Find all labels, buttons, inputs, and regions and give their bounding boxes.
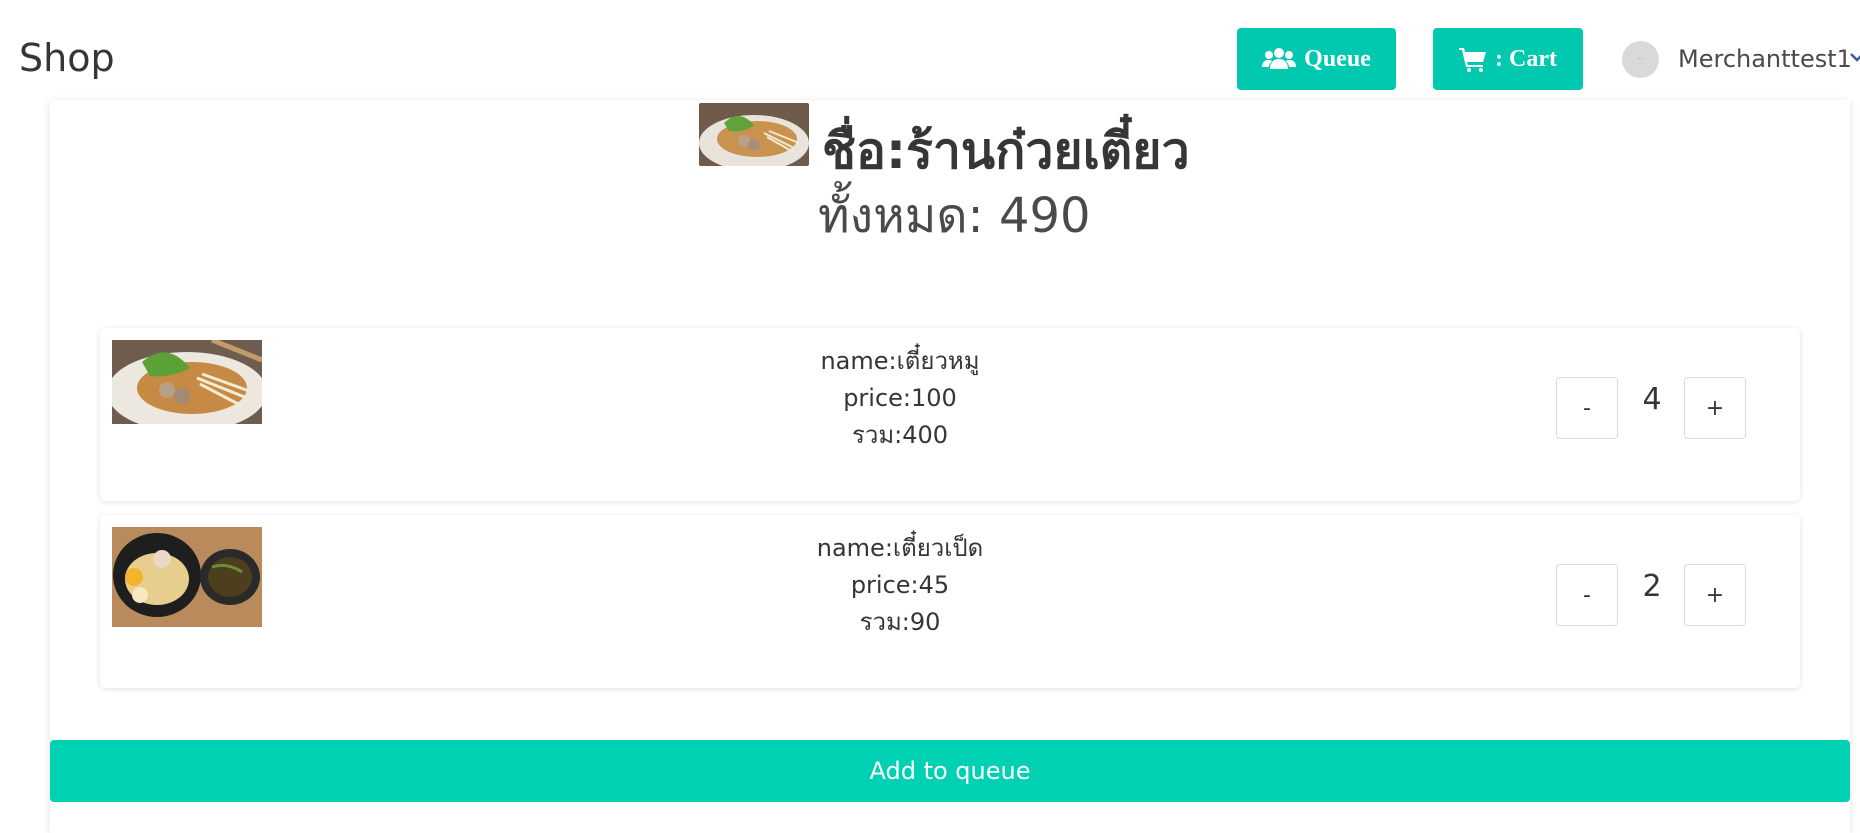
item-image xyxy=(112,340,262,424)
item-subtotal: รวม:90 xyxy=(859,608,941,636)
queue-button[interactable]: Queue xyxy=(1237,28,1396,90)
decrease-quantity-button[interactable]: - xyxy=(1556,564,1618,626)
item-quantity: 4 xyxy=(1642,382,1662,417)
item-name: name:เตี๋ยวเป็ด xyxy=(816,534,984,562)
queue-button-label: Queue xyxy=(1304,45,1371,72)
cart-total: ทั้งหมด: 490 xyxy=(818,188,1091,244)
item-price: price:100 xyxy=(843,384,957,412)
item-name: name:เตี๋ยวหมู xyxy=(820,347,980,375)
increase-quantity-button[interactable]: + xyxy=(1684,377,1746,439)
brand-title[interactable]: Shop xyxy=(19,36,115,80)
cart-item: name:เตี๋ยวเป็ด price:45 รวม:90 - 2 + xyxy=(100,515,1800,688)
item-info: name:เตี๋ยวหมู price:100 รวม:400 xyxy=(600,343,1200,454)
item-price: price:45 xyxy=(850,571,950,599)
cart-item: name:เตี๋ยวหมู price:100 รวม:400 - 4 + xyxy=(100,328,1800,501)
item-image xyxy=(112,527,262,627)
avatar[interactable]: ·· xyxy=(1622,41,1659,78)
username[interactable]: Merchanttest1 xyxy=(1678,45,1852,73)
item-quantity: 2 xyxy=(1642,569,1662,604)
item-subtotal: รวม:400 xyxy=(851,421,949,449)
users-icon xyxy=(1262,48,1297,69)
decrease-quantity-button[interactable]: - xyxy=(1556,377,1618,439)
store-thumbnail xyxy=(699,103,809,166)
item-info: name:เตี๋ยวเป็ด price:45 รวม:90 xyxy=(600,530,1200,641)
cart-icon xyxy=(1459,48,1487,72)
cart-button[interactable]: : Cart xyxy=(1433,28,1583,90)
add-to-queue-button[interactable]: Add to queue xyxy=(50,740,1850,802)
cart-card: ชื่อ:ร้านก๋วยเตี๋ยว ทั้งหมด: 490 name:เต… xyxy=(50,100,1850,833)
cart-button-label: : Cart xyxy=(1495,45,1557,72)
chevron-down-icon[interactable] xyxy=(1850,50,1860,64)
increase-quantity-button[interactable]: + xyxy=(1684,564,1746,626)
